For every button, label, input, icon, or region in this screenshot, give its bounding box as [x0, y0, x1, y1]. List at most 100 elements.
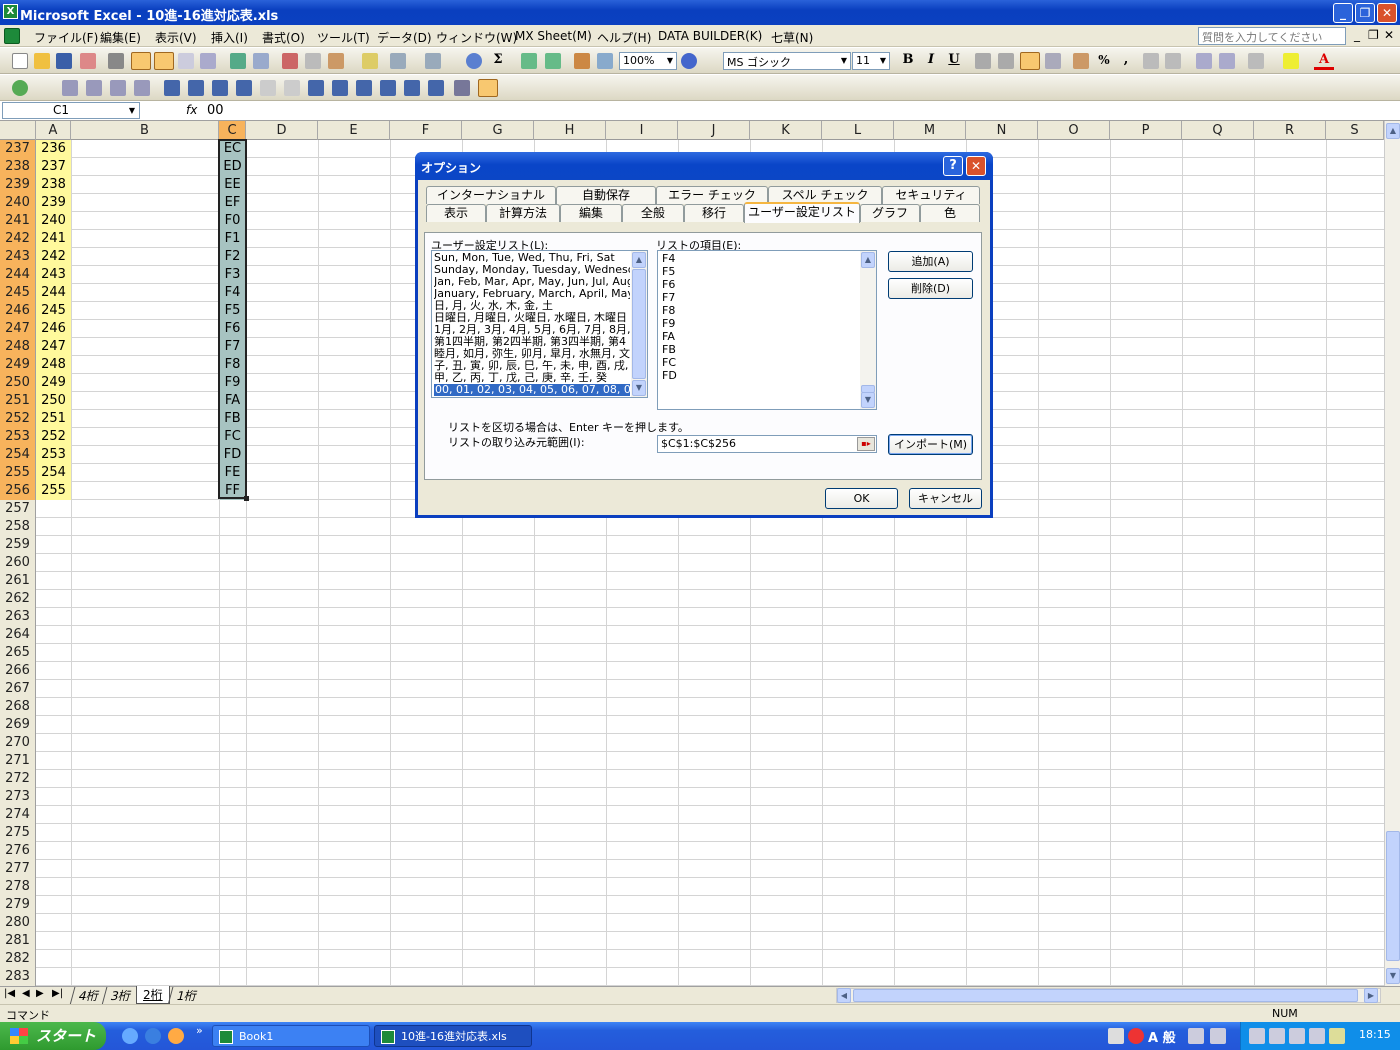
scroll-up-icon[interactable]: ▲ — [861, 252, 875, 268]
hyperlink-icon[interactable] — [466, 53, 482, 69]
column-header[interactable]: M — [894, 121, 966, 140]
cell-decimal[interactable]: 246 — [36, 320, 71, 338]
horizontal-scrollbar[interactable]: ◀ ▶ — [836, 988, 1381, 1003]
cancel-button[interactable]: キャンセル — [909, 488, 982, 509]
comment-icon[interactable] — [188, 80, 204, 96]
column-header[interactable]: L — [822, 121, 894, 140]
row-header[interactable]: 280 — [0, 914, 36, 932]
tool-icon[interactable] — [380, 80, 396, 96]
tray-icon[interactable] — [1309, 1028, 1325, 1044]
row-header[interactable]: 247 — [0, 320, 36, 338]
tab-autosave[interactable]: 自動保存 — [556, 186, 656, 204]
tray-icon[interactable] — [1329, 1028, 1345, 1044]
row-header[interactable]: 282 — [0, 950, 36, 968]
row-header[interactable]: 275 — [0, 824, 36, 842]
fill-color-icon[interactable] — [1283, 53, 1299, 69]
align-left-icon[interactable] — [975, 53, 991, 69]
sheet-tab-2digit-active[interactable]: 2桁 — [136, 986, 170, 1004]
row-header[interactable]: 283 — [0, 968, 36, 986]
table-row[interactable]: 268 — [0, 698, 1384, 716]
cell-decimal[interactable]: 238 — [36, 176, 71, 194]
undo-icon[interactable] — [390, 53, 406, 69]
row-header[interactable]: 251 — [0, 392, 36, 410]
row-header[interactable]: 268 — [0, 698, 36, 716]
table-row[interactable]: 282 — [0, 950, 1384, 968]
row-header[interactable]: 262 — [0, 590, 36, 608]
column-header[interactable]: O — [1038, 121, 1110, 140]
textarea-scrollbar[interactable]: ▲ ▼ — [860, 251, 876, 409]
table-row[interactable]: 283 — [0, 968, 1384, 986]
row-header[interactable]: 271 — [0, 752, 36, 770]
scroll-down-icon[interactable]: ▼ — [632, 380, 646, 396]
font-color-icon[interactable]: A — [1314, 50, 1334, 70]
row-header[interactable]: 260 — [0, 554, 36, 572]
menu-tools[interactable]: ツール(T) — [317, 29, 370, 46]
row-header[interactable]: 279 — [0, 896, 36, 914]
table-row[interactable]: 270 — [0, 734, 1384, 752]
row-header[interactable]: 252 — [0, 410, 36, 428]
row-header[interactable]: 259 — [0, 536, 36, 554]
menu-window[interactable]: ウィンドウ(W) — [436, 29, 517, 46]
row-header[interactable]: 255 — [0, 464, 36, 482]
custom-list-item[interactable]: Sunday, Monday, Tuesday, Wednesday — [434, 264, 630, 276]
table-row[interactable]: 262 — [0, 590, 1384, 608]
row-header[interactable]: 248 — [0, 338, 36, 356]
custom-list-item[interactable]: 1月, 2月, 3月, 4月, 5月, 6月, 7月, 8月, 9 — [434, 324, 630, 336]
help-icon[interactable] — [681, 53, 697, 69]
list-entries-textarea[interactable]: ▲ ▼ F4 F5 F6 F7 F8 F9 FA FB FC FD — [657, 250, 877, 410]
row-header[interactable]: 265 — [0, 644, 36, 662]
table-row[interactable]: 264 — [0, 626, 1384, 644]
macro-icon[interactable] — [478, 79, 498, 97]
cell-decimal[interactable]: 253 — [36, 446, 71, 464]
tab-custom-lists[interactable]: ユーザー設定リスト — [744, 202, 860, 223]
scroll-left-icon[interactable]: ◀ — [837, 988, 851, 1003]
tool-icon[interactable] — [308, 80, 324, 96]
tab-security[interactable]: セキュリティ — [882, 186, 980, 204]
research-book-icon[interactable] — [253, 53, 269, 69]
menu-insert[interactable]: 挿入(I) — [211, 29, 248, 46]
cell-hex[interactable]: F0 — [219, 212, 246, 230]
table-row[interactable]: 269 — [0, 716, 1384, 734]
row-header[interactable]: 267 — [0, 680, 36, 698]
function-icon[interactable]: fx — [186, 103, 197, 117]
currency-icon[interactable] — [1073, 53, 1089, 69]
cell-decimal[interactable]: 254 — [36, 464, 71, 482]
cell-decimal[interactable]: 251 — [36, 410, 71, 428]
scroll-down-icon[interactable]: ▼ — [1386, 968, 1400, 984]
minimize-button[interactable]: _ — [1333, 3, 1353, 23]
menu-view[interactable]: 表示(V) — [155, 29, 197, 46]
tab-view[interactable]: 表示 — [426, 204, 486, 222]
table-row[interactable]: 273 — [0, 788, 1384, 806]
cell-hex[interactable]: F5 — [219, 302, 246, 320]
row-header[interactable]: 257 — [0, 500, 36, 518]
percent-button[interactable]: % — [1094, 50, 1114, 70]
format-painter-icon[interactable] — [362, 53, 378, 69]
table-row[interactable]: 271 — [0, 752, 1384, 770]
cell-hex[interactable]: ED — [219, 158, 246, 176]
doc-restore-button[interactable]: ❐ — [1368, 28, 1379, 42]
row-header[interactable]: 246 — [0, 302, 36, 320]
column-header[interactable]: A — [36, 121, 71, 140]
column-header[interactable]: K — [750, 121, 822, 140]
restore-button[interactable]: ❐ — [1355, 3, 1375, 23]
custom-list-item[interactable]: 睦月, 如月, 弥生, 卯月, 皐月, 水無月, 文 — [434, 348, 630, 360]
menu-data[interactable]: データ(D) — [377, 29, 432, 46]
column-header[interactable]: E — [318, 121, 390, 140]
row-header[interactable]: 261 — [0, 572, 36, 590]
permission-icon[interactable] — [80, 53, 96, 69]
tray-icon[interactable] — [1249, 1028, 1265, 1044]
listbox-scrollbar[interactable]: ▲ ▼ — [631, 251, 647, 397]
tab-general[interactable]: 全般 — [622, 204, 684, 222]
tool-icon[interactable] — [332, 80, 348, 96]
row-header[interactable]: 245 — [0, 284, 36, 302]
print-icon[interactable] — [108, 53, 124, 69]
drawing-icon[interactable] — [597, 53, 613, 69]
row-header[interactable]: 276 — [0, 842, 36, 860]
cell-hex[interactable]: EE — [219, 176, 246, 194]
listbox-scroll-thumb[interactable] — [632, 269, 646, 379]
paste-icon[interactable] — [328, 53, 344, 69]
cell-decimal[interactable]: 248 — [36, 356, 71, 374]
scroll-up-icon[interactable]: ▲ — [632, 252, 646, 268]
close-icon[interactable]: ✕ — [966, 156, 986, 176]
ask-question-input[interactable]: 質問を入力してください — [1198, 27, 1346, 45]
